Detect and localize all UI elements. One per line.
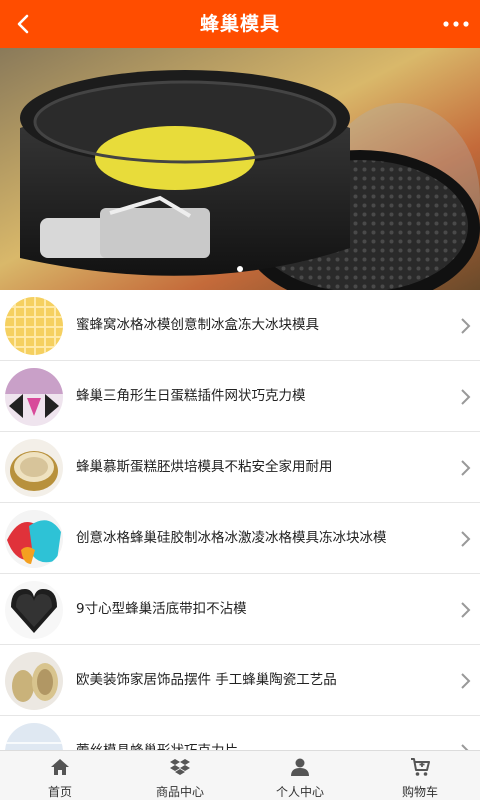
- chevron-left-icon[interactable]: [8, 8, 40, 40]
- product-title: 蜂巢慕斯蛋糕胚烘培模具不粘安全家用耐用: [76, 459, 333, 475]
- chevron-right-icon: [460, 601, 472, 619]
- tab-label: 个人中心: [275, 785, 324, 799]
- chevron-right-icon: [460, 388, 472, 406]
- tab-label: 购物车: [401, 785, 438, 799]
- product-title: 9寸心型蜂巢活底带扣不沾模: [76, 601, 247, 617]
- carousel-indicator: [0, 257, 480, 276]
- product-thumbnail: [5, 652, 63, 710]
- product-title: 蜜蜂窝冰格冰模创意制冰盒冻大冰块模具: [76, 317, 319, 333]
- list-item[interactable]: 创意冰格蜂巢硅胶制冰格冰激凌冰格模具冻冰块冰模: [0, 503, 480, 574]
- chevron-right-icon: [460, 317, 472, 335]
- chevron-right-icon: [460, 743, 472, 750]
- list-item[interactable]: 9寸心型蜂巢活底带扣不沾模: [0, 574, 480, 645]
- product-thumbnail: [5, 510, 63, 568]
- page-title: 蜂巢模具: [199, 13, 280, 35]
- list-item[interactable]: 蜜蜂窝冰格冰模创意制冰盒冻大冰块模具: [0, 290, 480, 361]
- product-list: 蜜蜂窝冰格冰模创意制冰盒冻大冰块模具 蜂巢三角形生日蛋糕插件网状巧克力模 蜂巢慕…: [0, 290, 480, 750]
- chevron-right-icon: [460, 530, 472, 548]
- tab-home[interactable]: 首页: [0, 751, 120, 800]
- list-item[interactable]: 蕾丝模具蜂巢形状巧克力片: [0, 716, 480, 750]
- product-thumbnail: [5, 297, 63, 355]
- banner-carousel[interactable]: [0, 48, 480, 290]
- product-title: 蕾丝模具蜂巢形状巧克力片: [76, 716, 444, 750]
- bottom-tab-bar: 首页 商品中心 个人中心 购物车: [0, 750, 480, 800]
- product-title: 欧美装饰家居饰品摆件 手工蜂巢陶瓷工艺品: [76, 672, 337, 688]
- tab-products[interactable]: 商品中心: [120, 751, 240, 800]
- app-header: 蜂巢模具: [0, 0, 480, 48]
- list-item[interactable]: 欧美装饰家居饰品摆件 手工蜂巢陶瓷工艺品: [0, 645, 480, 716]
- product-thumbnail: [5, 723, 63, 750]
- cart-icon: [410, 757, 430, 777]
- list-item[interactable]: 蜂巢三角形生日蛋糕插件网状巧克力模: [0, 361, 480, 432]
- product-thumbnail: [5, 368, 63, 426]
- list-item[interactable]: 蜂巢慕斯蛋糕胚烘培模具不粘安全家用耐用: [0, 432, 480, 503]
- product-title: 创意冰格蜂巢硅胶制冰格冰激凌冰格模具冻冰块冰模: [76, 530, 387, 546]
- tab-label: 首页: [47, 785, 72, 799]
- product-title: 蜂巢三角形生日蛋糕插件网状巧克力模: [76, 388, 306, 404]
- chevron-right-icon: [460, 459, 472, 477]
- springform-cake-pan-photo: [0, 48, 480, 290]
- product-thumbnail: [5, 439, 63, 497]
- dropbox-icon: [170, 757, 190, 777]
- more-dots-icon[interactable]: [440, 8, 472, 40]
- tab-profile[interactable]: 个人中心: [240, 751, 360, 800]
- user-icon: [290, 757, 310, 777]
- home-icon: [50, 757, 70, 777]
- tab-label: 商品中心: [155, 785, 204, 799]
- chevron-right-icon: [460, 672, 472, 690]
- tab-cart[interactable]: 购物车: [360, 751, 480, 800]
- carousel-dot-active[interactable]: [237, 266, 243, 272]
- product-thumbnail: [5, 581, 63, 639]
